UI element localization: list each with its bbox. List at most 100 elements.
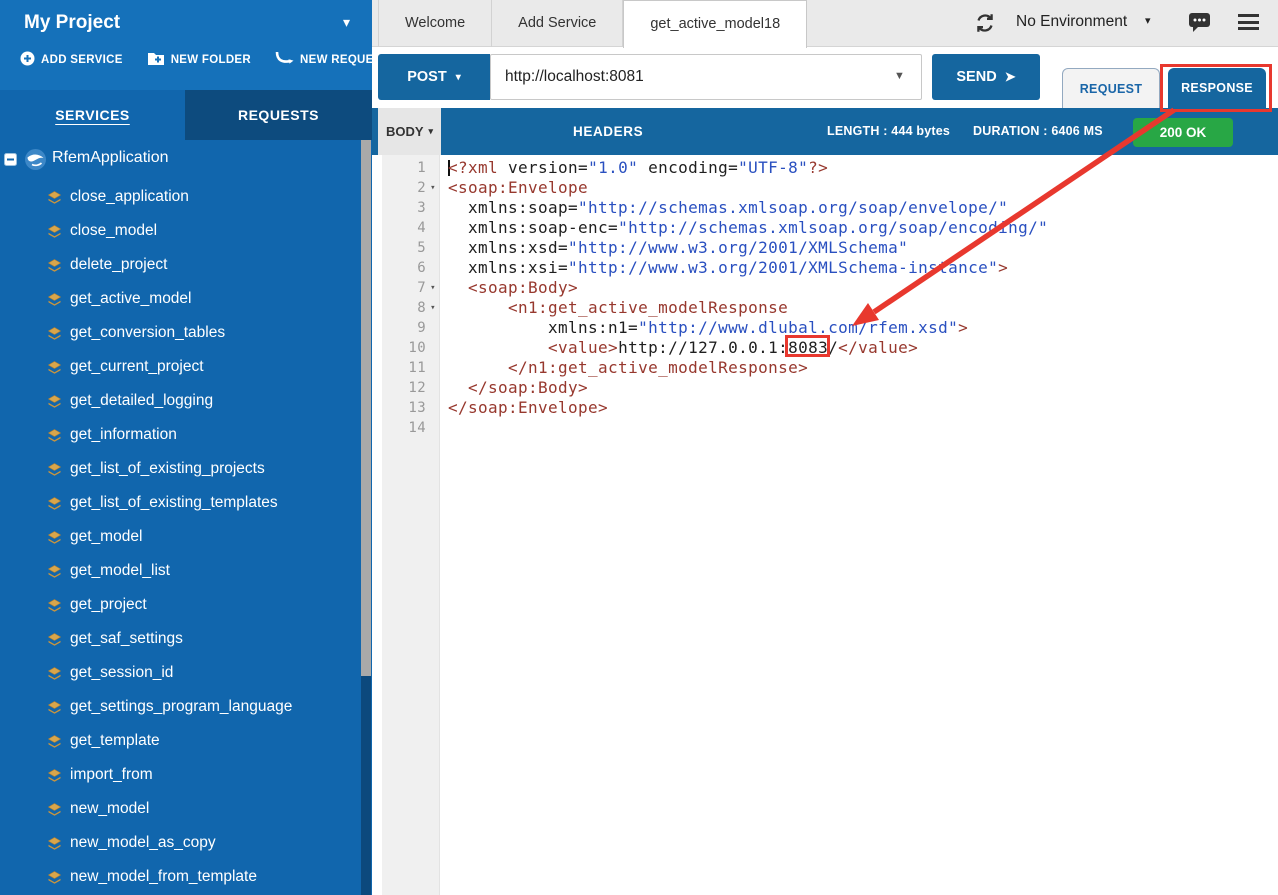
doc-tab-add-service[interactable]: Add Service — [492, 0, 624, 47]
scrollbar-track[interactable] — [361, 676, 371, 895]
diamond-layers-icon — [46, 699, 63, 716]
sidebar-item-get_model[interactable]: get_model — [0, 520, 372, 554]
add-circle-icon — [20, 51, 35, 69]
sidebar-tabs: SERVICES REQUESTS — [0, 90, 372, 140]
code-text[interactable]: xmlns:soap="http://schemas.xmlsoap.org/s… — [440, 198, 1008, 218]
environment-selector[interactable]: No Environment — [1016, 13, 1127, 31]
fold-arrow-icon[interactable]: ▾ — [426, 178, 440, 198]
sidebar-item-get_model_list[interactable]: get_model_list — [0, 554, 372, 588]
response-toggle-button[interactable]: RESPONSE — [1168, 68, 1266, 108]
line-number: 5 — [417, 240, 426, 256]
sidebar-item-get_project[interactable]: get_project — [0, 588, 372, 622]
code-text[interactable]: xmlns:soap-enc="http://schemas.xmlsoap.o… — [440, 218, 1048, 238]
code-line-11: 11 </n1:get_active_modelResponse> — [382, 358, 1278, 378]
fold-gutter — [426, 218, 440, 238]
new-folder-button[interactable]: NEW FOLDER — [147, 51, 251, 69]
sidebar-item-get_list_of_existing_templates[interactable]: get_list_of_existing_templates — [0, 486, 372, 520]
sidebar-item-get_saf_settings[interactable]: get_saf_settings — [0, 622, 372, 656]
fold-arrow-icon[interactable]: ▾ — [426, 298, 440, 318]
tab-requests[interactable]: REQUESTS — [185, 90, 372, 140]
method-label: POST — [407, 69, 447, 85]
sidebar-item-new_model_as_copy[interactable]: new_model_as_copy — [0, 826, 372, 860]
add-service-label: ADD SERVICE — [41, 53, 123, 66]
code-text[interactable]: xmlns:n1="http://www.dlubal.com/rfem.xsd… — [440, 318, 968, 338]
doc-tab-welcome[interactable]: Welcome — [378, 0, 493, 47]
document-tabs: Welcome Add Service get_active_model18 — [378, 0, 808, 49]
scrollbar-thumb[interactable] — [361, 140, 371, 676]
sidebar-item-get_session_id[interactable]: get_session_id — [0, 656, 372, 690]
sidebar-item-get_settings_program_language[interactable]: get_settings_program_language — [0, 690, 372, 724]
method-label: get_list_of_existing_projects — [70, 460, 265, 477]
collapse-minus-icon[interactable] — [4, 153, 17, 171]
service-row-rfemapplication[interactable]: RfemApplication — [0, 140, 372, 180]
environment-area: No Environment ▾ — [948, 0, 1278, 47]
sidebar-item-delete_project[interactable]: delete_project — [0, 248, 372, 282]
sidebar-item-get_active_model[interactable]: get_active_model — [0, 282, 372, 316]
sidebar-item-get_information[interactable]: get_information — [0, 418, 372, 452]
sidebar-item-get_detailed_logging[interactable]: get_detailed_logging — [0, 384, 372, 418]
code-line-13: 13 </soap:Envelope> — [382, 398, 1278, 418]
code-line-12: 12 </soap:Body> — [382, 378, 1278, 398]
environment-caret-icon[interactable]: ▾ — [1145, 14, 1151, 27]
diamond-layers-icon — [46, 495, 63, 512]
code-text[interactable]: <?xml version="1.0" encoding="UTF-8"?> — [440, 158, 828, 178]
code-text[interactable] — [440, 418, 448, 438]
method-label: get_settings_program_language — [70, 698, 293, 715]
line-number: 4 — [417, 220, 426, 236]
code-text[interactable]: </soap:Body> — [440, 378, 588, 398]
send-button[interactable]: SEND ➤ — [932, 54, 1040, 100]
diamond-layers-icon — [46, 325, 63, 342]
sidebar-item-get_template[interactable]: get_template — [0, 724, 372, 758]
code-lines: 1 <?xml version="1.0" encoding="UTF-8"?> 2… — [382, 158, 1278, 438]
url-value: http://localhost:8081 — [505, 68, 644, 85]
chat-icon[interactable] — [1188, 12, 1212, 39]
folder-plus-icon — [147, 51, 165, 69]
response-body-editor[interactable]: 1 <?xml version="1.0" encoding="UTF-8"?> 2… — [372, 155, 1278, 895]
line-number: 11 — [408, 360, 426, 376]
line-number: 1 — [417, 160, 426, 176]
method-label: close_model — [70, 222, 158, 239]
sidebar-item-new_model[interactable]: new_model — [0, 792, 372, 826]
project-name: My Project — [24, 12, 121, 33]
sidebar-item-new_model_from_template[interactable]: new_model_from_template — [0, 860, 372, 894]
line-number: 2 — [417, 180, 426, 196]
headers-tab[interactable]: HEADERS — [573, 108, 643, 155]
doc-tab-get_active_model18[interactable]: get_active_model18 — [623, 0, 808, 49]
code-line-7: 7 ▾ <soap:Body> — [382, 278, 1278, 298]
method-label: get_list_of_existing_templates — [70, 494, 278, 511]
refresh-icon[interactable] — [973, 11, 997, 40]
tab-services[interactable]: SERVICES — [0, 90, 185, 140]
fold-arrow-icon[interactable]: ▾ — [426, 278, 440, 298]
method-select[interactable]: POST ▾ — [378, 54, 490, 100]
sidebar-item-import_from[interactable]: import_from — [0, 758, 372, 792]
sidebar-item-get_current_project[interactable]: get_current_project — [0, 350, 372, 384]
sidebar-item-get_conversion_tables[interactable]: get_conversion_tables — [0, 316, 372, 350]
code-text[interactable]: <value>http://127.0.0.1:8083/</value> — [440, 338, 918, 358]
sidebar-item-close_application[interactable]: close_application — [0, 180, 372, 214]
fold-gutter — [426, 198, 440, 218]
code-text[interactable]: </n1:get_active_modelResponse> — [440, 358, 808, 378]
hamburger-menu-icon[interactable] — [1238, 14, 1259, 34]
sidebar-item-close_model[interactable]: close_model — [0, 214, 372, 248]
add-service-button[interactable]: ADD SERVICE — [20, 51, 123, 69]
code-line-4: 4 xmlns:soap-enc="http://schemas.xmlsoap… — [382, 218, 1278, 238]
code-text[interactable]: </soap:Envelope> — [440, 398, 608, 418]
code-text[interactable]: <n1:get_active_modelResponse — [440, 298, 788, 318]
body-dropdown[interactable]: BODY ▾ — [378, 108, 441, 155]
diamond-layers-icon — [46, 189, 63, 206]
code-text[interactable]: xmlns:xsi="http://www.w3.org/2001/XMLSch… — [440, 258, 1008, 278]
method-label: get_saf_settings — [70, 630, 183, 647]
diamond-layers-icon — [46, 461, 63, 478]
code-text[interactable]: <soap:Body> — [440, 278, 578, 298]
code-text[interactable]: xmlns:xsd="http://www.w3.org/2001/XMLSch… — [440, 238, 908, 258]
url-input[interactable]: http://localhost:8081 — [490, 54, 922, 100]
request-toggle-button[interactable]: REQUEST — [1062, 68, 1160, 108]
sidebar-item-get_list_of_existing_projects[interactable]: get_list_of_existing_projects — [0, 452, 372, 486]
diamond-layers-icon — [46, 223, 63, 240]
url-history-caret-icon[interactable]: ▼ — [894, 70, 905, 82]
method-label: get_information — [70, 426, 177, 443]
project-dropdown-caret-icon[interactable]: ▾ — [343, 14, 350, 31]
sidebar-scrollbar[interactable] — [360, 140, 372, 895]
code-text[interactable]: <soap:Envelope — [440, 178, 588, 198]
sidebar-header: My Project ▾ ADD SERVICE NEW FOLDER NEW … — [0, 0, 389, 90]
